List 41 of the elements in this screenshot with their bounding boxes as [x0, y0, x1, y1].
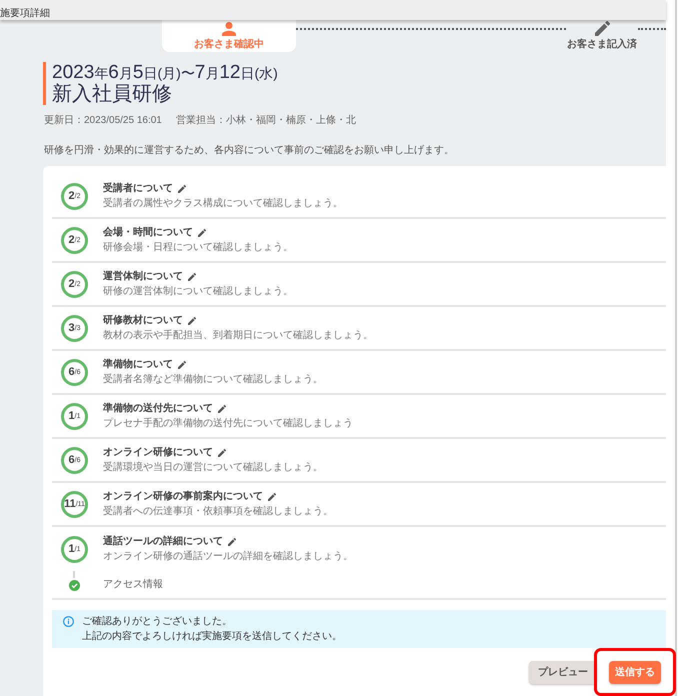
edit-icon[interactable]: [198, 228, 206, 236]
notice-text: 上記の内容でよろしければ実施要項を送信してください。: [82, 630, 342, 644]
section-description: 研修の運営体制について確認しましょう。: [103, 285, 293, 299]
access-info-link[interactable]: アクセス情報: [103, 578, 163, 592]
progress-step[interactable]: お客さま記入済: [566, 20, 638, 52]
section-title[interactable]: 準備物について: [103, 358, 173, 372]
section-title[interactable]: 通話ツールの詳細について: [103, 534, 223, 548]
section-title[interactable]: 準備物の送付先について: [103, 402, 213, 416]
preview-button[interactable]: プレビュー: [529, 661, 597, 684]
sales-reps: 営業担当：小林・福岡・楠原・上條・北: [176, 115, 356, 127]
section-description: プレセナ手配の準備物の送付先について確認しましょう: [103, 417, 353, 431]
section-description: オンライン研修の通話ツールの詳細を確認しましょう。: [103, 550, 353, 564]
section-description: 受講環境や当日の運営について確認しましょう。: [103, 461, 323, 475]
edit-icon[interactable]: [188, 272, 196, 280]
edit-icon[interactable]: [178, 184, 186, 192]
section-description: 受講者への伝達事項・依頼事項を確認しましょう。: [103, 505, 333, 519]
section-title[interactable]: オンライン研修について: [103, 446, 213, 460]
edit-icon[interactable]: [268, 492, 276, 500]
notice-text: ご確認ありがとうございました。: [82, 614, 233, 629]
section-description: 教材の表示や手配担当、到着期日について確認しましょう。: [103, 329, 373, 343]
training-name: 新入社員研修: [52, 83, 173, 105]
person-icon: [222, 22, 236, 36]
info-icon: [63, 616, 74, 627]
section-title[interactable]: 研修教材について: [103, 314, 183, 328]
updated-date: 更新日：2023/05/25 16:01: [44, 115, 162, 127]
section-title[interactable]: 会場・時間について: [103, 226, 193, 240]
page-title: 施要項詳細: [0, 7, 50, 20]
section-title[interactable]: 運営体制について: [103, 270, 183, 284]
edit-icon[interactable]: [178, 360, 186, 368]
intro-text: 研修を円滑・効果的に運営するため、各内容について事前のご確認をお願い申し上げます。: [44, 145, 455, 157]
section-description: 受講者名簿など準備物について確認しましょう。: [103, 373, 323, 387]
section-title[interactable]: 受講者について: [103, 182, 173, 196]
pencil-icon: [594, 21, 610, 36]
edit-icon[interactable]: [188, 316, 196, 324]
edit-icon[interactable]: [218, 448, 226, 456]
section-title[interactable]: オンライン研修の事前案内について: [103, 490, 263, 504]
accent-bar: [43, 62, 46, 105]
edit-icon[interactable]: [228, 538, 236, 546]
section-description: 研修会場・日程について確認しましょう。: [103, 241, 293, 255]
section-description: 受講者の属性やクラス構成について確認しましょう。: [103, 197, 343, 211]
edit-icon[interactable]: [218, 404, 226, 412]
